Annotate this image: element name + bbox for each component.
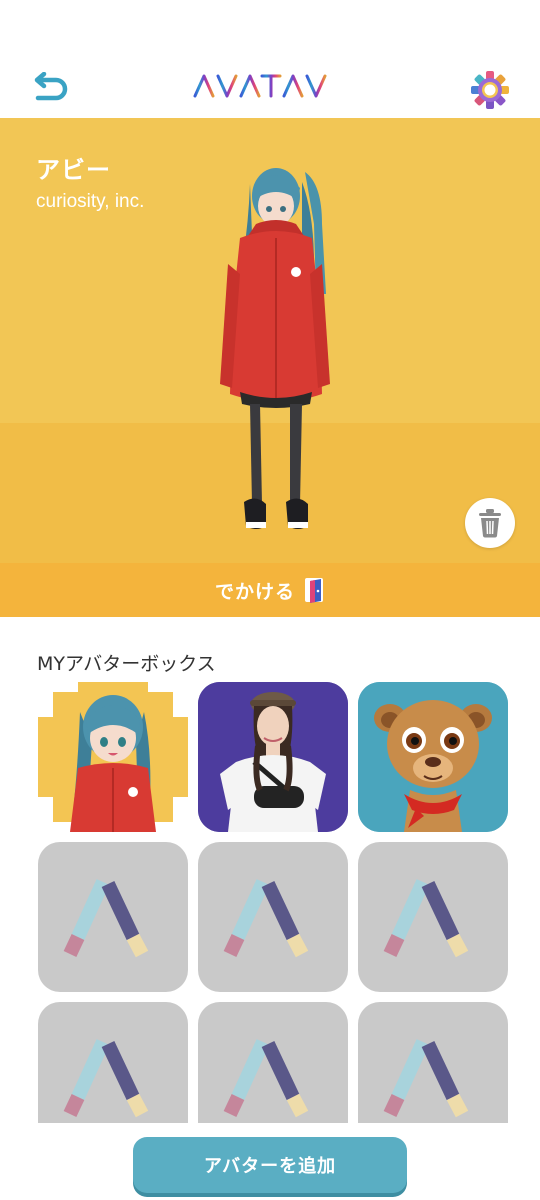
add-avatar-label: アバターを追加 [203,1156,337,1177]
go-out-label: でかける [214,580,295,603]
app-screen: アビー curiosity, inc. でかける MYアバターボックス アバター… [0,0,540,1200]
avatar-slot-lion-cub[interactable] [358,682,508,832]
avatar-figure [220,168,330,529]
gear-icon [471,71,509,109]
empty-slot-placeholder-icon [383,879,469,958]
avatar-slot-photo-woman[interactable] [198,682,348,832]
trash-icon [479,509,501,538]
avatar-slot-empty[interactable] [198,842,348,992]
avatar-slot-empty[interactable] [358,842,508,992]
avatar-slot-anime-girl[interactable] [38,682,188,832]
avatar-slot-empty[interactable] [198,1002,348,1127]
go-out-button[interactable]: でかける [0,563,540,617]
top-header [0,0,540,118]
photo-woman-thumbnail [198,682,348,832]
avatar-slot-empty[interactable] [38,1002,188,1127]
empty-slot-placeholder-icon [63,1039,149,1118]
avatar-company: curiosity, inc. [36,191,145,212]
empty-slot-placeholder-icon [223,1039,309,1118]
settings-button[interactable] [470,70,510,110]
avatavi-logo [193,74,336,98]
avatar-grid [38,682,508,1127]
delete-avatar-button[interactable] [465,498,515,548]
app-logo [0,72,540,104]
empty-slot-placeholder-icon [63,879,149,958]
empty-slot-placeholder-icon [223,879,309,958]
empty-slot-placeholder-icon [383,1039,469,1118]
avatar-slot-empty[interactable] [38,842,188,992]
avatar-slot-empty[interactable] [358,1002,508,1127]
anime-girl-thumbnail [38,682,188,832]
door-icon [305,578,323,603]
avatar-preview[interactable]: アビー curiosity, inc. [0,118,540,563]
lion-cub-thumbnail [358,682,508,832]
avatar-box-title: MYアバターボックス [37,653,216,675]
add-avatar-button[interactable]: アバターを追加 [133,1137,407,1193]
avatar-name: アビー [36,156,111,184]
